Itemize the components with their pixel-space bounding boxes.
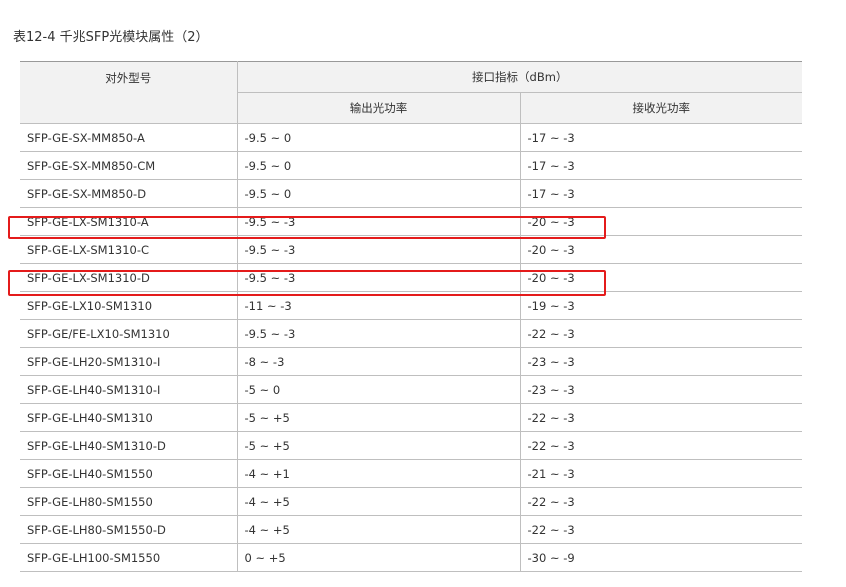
cell-rx-power: -22 ~ -3: [520, 431, 802, 460]
cell-tx-power: -11 ~ -3: [237, 291, 521, 320]
cell-rx-power: -22 ~ -3: [520, 515, 802, 544]
cell-rx-power: -22 ~ -3: [520, 403, 802, 432]
cell-model: SFP-GE-LH40-SM1550: [20, 459, 238, 488]
table-row: SFP-GE-SX-MM850-A -9.5 ~ 0 -17 ~ -3: [20, 123, 802, 152]
cell-rx-power: -22 ~ -3: [520, 319, 802, 348]
cell-rx-power: -30 ~ -9: [520, 543, 802, 572]
cell-tx-power: -9.5 ~ 0: [237, 123, 521, 152]
cell-model: SFP-GE-LX-SM1310-D: [20, 263, 238, 292]
table-row: SFP-GE-LH80-SM1550-D -4 ~ +5 -22 ~ -3: [20, 515, 802, 544]
table-row: SFP-GE-SX-MM850-D -9.5 ~ 0 -17 ~ -3: [20, 179, 802, 208]
table-row: SFP-GE-LH40-SM1310-I -5 ~ 0 -23 ~ -3: [20, 375, 802, 404]
cell-model: SFP-GE-LH80-SM1550-D: [20, 515, 238, 544]
table-row: SFP-GE-LX-SM1310-A -9.5 ~ -3 -20 ~ -3: [20, 207, 802, 236]
cell-model: SFP-GE-SX-MM850-A: [20, 123, 238, 152]
cell-rx-power: -19 ~ -3: [520, 291, 802, 320]
cell-tx-power: -9.5 ~ -3: [237, 235, 521, 264]
cell-rx-power: -20 ~ -3: [520, 235, 802, 264]
cell-tx-power: -5 ~ +5: [237, 431, 521, 460]
table-row: SFP-GE-LH40-SM1550 -4 ~ +1 -21 ~ -3: [20, 459, 802, 488]
cell-rx-power: -20 ~ -3: [520, 263, 802, 292]
cell-model: SFP-GE-SX-MM850-CM: [20, 151, 238, 180]
header-interface: 接口指标（dBm）: [237, 61, 802, 93]
cell-model: SFP-GE-LH40-SM1310: [20, 403, 238, 432]
cell-model: SFP-GE-SX-MM850-D: [20, 179, 238, 208]
cell-model: SFP-GE/FE-LX10-SM1310: [20, 319, 238, 348]
cell-tx-power: -4 ~ +5: [237, 487, 521, 516]
table-row: SFP-GE-LX-SM1310-C -9.5 ~ -3 -20 ~ -3: [20, 235, 802, 264]
cell-tx-power: -4 ~ +5: [237, 515, 521, 544]
cell-tx-power: -9.5 ~ -3: [237, 319, 521, 348]
table-row: SFP-GE-LX-SM1310-D -9.5 ~ -3 -20 ~ -3: [20, 263, 802, 292]
cell-tx-power: -5 ~ +5: [237, 403, 521, 432]
table-row: SFP-GE/FE-LX10-SM1310 -9.5 ~ -3 -22 ~ -3: [20, 319, 802, 348]
table-row: SFP-GE-LH40-SM1310 -5 ~ +5 -22 ~ -3: [20, 403, 802, 432]
table-row: SFP-GE-LX10-SM1310 -11 ~ -3 -19 ~ -3: [20, 291, 802, 320]
cell-rx-power: -21 ~ -3: [520, 459, 802, 488]
cell-rx-power: -23 ~ -3: [520, 347, 802, 376]
header-tx-power: 输出光功率: [237, 92, 521, 124]
table-row: SFP-GE-SX-MM850-CM -9.5 ~ 0 -17 ~ -3: [20, 151, 802, 180]
cell-model: SFP-GE-LX10-SM1310: [20, 291, 238, 320]
cell-tx-power: -9.5 ~ 0: [237, 151, 521, 180]
cell-tx-power: -9.5 ~ -3: [237, 207, 521, 236]
cell-model: SFP-GE-LH80-SM1550: [20, 487, 238, 516]
cell-rx-power: -17 ~ -3: [520, 151, 802, 180]
table-caption: 表12-4 千兆SFP光模块属性（2）: [13, 30, 209, 45]
cell-model: SFP-GE-LH100-SM1550: [20, 543, 238, 572]
table-row: SFP-GE-LH40-SM1310-D -5 ~ +5 -22 ~ -3: [20, 431, 802, 460]
cell-tx-power: -5 ~ 0: [237, 375, 521, 404]
cell-rx-power: -17 ~ -3: [520, 123, 802, 152]
cell-model: SFP-GE-LX-SM1310-C: [20, 235, 238, 264]
cell-tx-power: -8 ~ -3: [237, 347, 521, 376]
header-model: 对外型号: [20, 61, 238, 124]
table-row: SFP-GE-LH80-SM1550 -4 ~ +5 -22 ~ -3: [20, 487, 802, 516]
cell-model: SFP-GE-LH40-SM1310-I: [20, 375, 238, 404]
cell-model: SFP-GE-LH20-SM1310-I: [20, 347, 238, 376]
cell-tx-power: -9.5 ~ 0: [237, 179, 521, 208]
cell-rx-power: -20 ~ -3: [520, 207, 802, 236]
cell-rx-power: -17 ~ -3: [520, 179, 802, 208]
table-row: SFP-GE-LH20-SM1310-I -8 ~ -3 -23 ~ -3: [20, 347, 802, 376]
cell-tx-power: 0 ~ +5: [237, 543, 521, 572]
cell-model: SFP-GE-LX-SM1310-A: [20, 207, 238, 236]
table-row: SFP-GE-LH100-SM1550 0 ~ +5 -30 ~ -9: [20, 543, 802, 572]
cell-model: SFP-GE-LH40-SM1310-D: [20, 431, 238, 460]
cell-rx-power: -22 ~ -3: [520, 487, 802, 516]
cell-tx-power: -4 ~ +1: [237, 459, 521, 488]
sfp-module-table: 对外型号 接口指标（dBm） 输出光功率 接收光功率 SFP-GE-SX-MM8…: [20, 61, 802, 572]
header-rx-power: 接收光功率: [520, 92, 802, 124]
cell-tx-power: -9.5 ~ -3: [237, 263, 521, 292]
cell-rx-power: -23 ~ -3: [520, 375, 802, 404]
